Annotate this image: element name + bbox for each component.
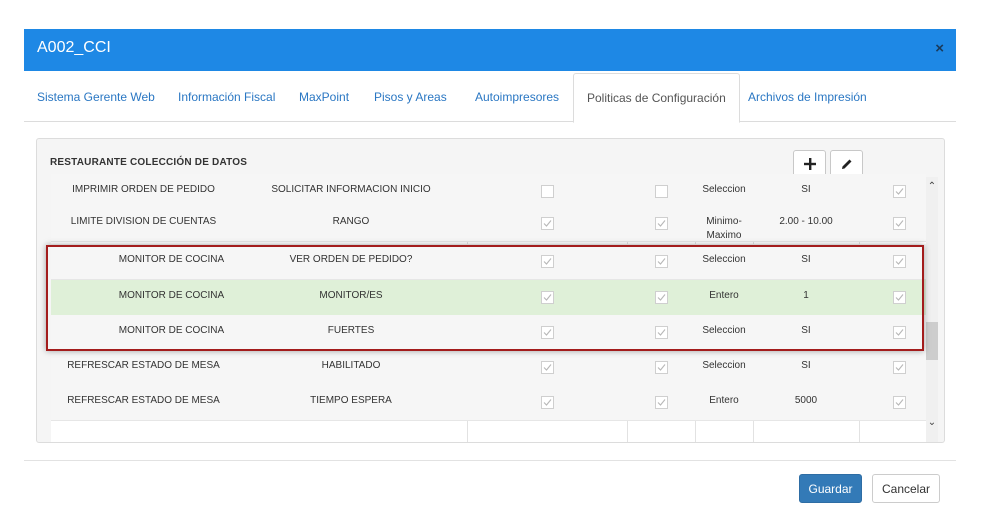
value-cell: 5000: [794, 395, 818, 406]
row-checkbox[interactable]: [541, 291, 554, 304]
row-checkbox[interactable]: [893, 361, 906, 374]
parameter-cell: FUERTES: [327, 325, 375, 336]
value-cell: 2.00 - 10.00: [779, 216, 833, 227]
value-cell: SI: [801, 360, 811, 371]
row-checkbox[interactable]: [541, 361, 554, 374]
table-row[interactable]: REFRESCAR ESTADO DE MESA TIEMPO ESPERA Ent…: [51, 385, 926, 421]
row-checkbox[interactable]: [893, 291, 906, 304]
row-checkbox[interactable]: [541, 185, 554, 198]
save-button[interactable]: Guardar: [799, 474, 862, 503]
type-cell: Entero: [709, 395, 739, 406]
data-panel: RESTAURANTE COLECCIÓN DE DATOS IMPRIMIR …: [36, 138, 945, 443]
row-checkbox[interactable]: [541, 326, 554, 339]
row-checkbox[interactable]: [655, 396, 668, 409]
type-cell: Seleccion: [702, 325, 746, 336]
parameter-cell: VER ORDEN DE PEDIDO?: [289, 254, 413, 265]
parameter-cell: SOLICITAR INFORMACION INICIO: [271, 184, 431, 195]
scrollbar[interactable]: ⌃ ⌄: [926, 177, 938, 442]
row-checkbox[interactable]: [893, 217, 906, 230]
cancel-button[interactable]: Cancelar: [872, 474, 940, 503]
panel-title: RESTAURANTE COLECCIÓN DE DATOS: [50, 157, 248, 168]
row-checkbox[interactable]: [655, 185, 668, 198]
row-checkbox[interactable]: [541, 396, 554, 409]
type-cell: Minimo-: [706, 216, 742, 227]
type-cell: Seleccion: [702, 184, 746, 195]
tab-informacion-fiscal[interactable]: Información Fiscal: [178, 71, 275, 121]
row-checkbox[interactable]: [893, 185, 906, 198]
collection-cell: MONITOR DE COCINA: [118, 325, 225, 336]
collection-cell: IMPRIMIR ORDEN DE PEDIDO: [72, 184, 215, 195]
tab-pisos-y-areas[interactable]: Pisos y Areas: [374, 71, 447, 121]
parameter-cell: TIEMPO ESPERA: [310, 395, 392, 406]
table-row[interactable]: MONITOR DE COCINA VER ORDEN DE PEDIDO? Sel…: [51, 244, 926, 280]
table-row[interactable]: IMPRIMIR ORDEN DE PEDIDO SOLICITAR INFORM…: [51, 174, 926, 210]
tab-autoimpresores[interactable]: Autoimpresores: [475, 71, 559, 121]
modal-header: A002_CCI ×: [24, 29, 956, 71]
tab-sistema-gerente-web[interactable]: Sistema Gerente Web: [37, 71, 155, 121]
config-table: IMPRIMIR ORDEN DE PEDIDO SOLICITAR INFORM…: [51, 174, 938, 442]
table-row[interactable]: REFRESCAR ESTADO DE MESA HABILITADO Selecc…: [51, 350, 926, 386]
row-checkbox[interactable]: [655, 326, 668, 339]
collection-cell: REFRESCAR ESTADO DE MESA: [67, 360, 220, 371]
row-checkbox[interactable]: [655, 361, 668, 374]
row-checkbox[interactable]: [893, 255, 906, 268]
collection-cell: LIMITE DIVISION DE CUENTAS: [70, 216, 217, 227]
type-cell-line2: Maximo: [706, 230, 742, 241]
row-checkbox[interactable]: [655, 291, 668, 304]
parameter-cell: RANGO: [332, 216, 370, 227]
parameter-cell: MONITOR/ES: [319, 290, 383, 301]
tab-bar: Sistema Gerente Web Información Fiscal M…: [24, 71, 956, 123]
table-row[interactable]: MONITOR DE COCINA MONITOR/ES Entero 1: [51, 280, 926, 316]
close-icon[interactable]: ×: [935, 40, 944, 57]
plus-icon: [803, 158, 816, 170]
tab-archivos-de-impresion[interactable]: Archivos de Impresión: [748, 71, 867, 121]
scroll-up-icon[interactable]: ⌃: [927, 181, 937, 192]
parameter-cell: HABILITADO: [321, 360, 381, 371]
tab-maxpoint[interactable]: MaxPoint: [299, 71, 349, 121]
value-cell: SI: [801, 184, 811, 195]
type-cell: Seleccion: [702, 360, 746, 371]
row-checkbox[interactable]: [893, 326, 906, 339]
collection-cell: MONITOR DE COCINA: [118, 254, 225, 265]
row-checkbox[interactable]: [541, 255, 554, 268]
row-checkbox[interactable]: [541, 217, 554, 230]
value-cell: 1: [803, 290, 809, 301]
collection-cell: MONITOR DE COCINA: [118, 290, 225, 301]
footer-divider: [24, 460, 956, 461]
table-row[interactable]: LIMITE DIVISION DE CUENTAS RANGO Minimo- Ma…: [51, 206, 926, 242]
type-cell: Entero: [709, 290, 739, 301]
row-checkbox[interactable]: [655, 255, 668, 268]
table-row[interactable]: MONITOR DE COCINA FUERTES Seleccion SI: [51, 315, 926, 351]
row-checkbox[interactable]: [893, 396, 906, 409]
pencil-icon: [841, 159, 851, 169]
value-cell: SI: [801, 325, 811, 336]
row-checkbox[interactable]: [655, 217, 668, 230]
tab-politicas-de-configuracion[interactable]: Politicas de Configuración: [573, 73, 740, 123]
modal-title: A002_CCI: [37, 39, 111, 56]
scroll-down-icon[interactable]: ⌄: [927, 417, 937, 428]
value-cell: SI: [801, 254, 811, 265]
scroll-thumb[interactable]: [926, 322, 938, 360]
collection-cell: REFRESCAR ESTADO DE MESA: [67, 395, 220, 406]
type-cell: Seleccion: [702, 254, 746, 265]
